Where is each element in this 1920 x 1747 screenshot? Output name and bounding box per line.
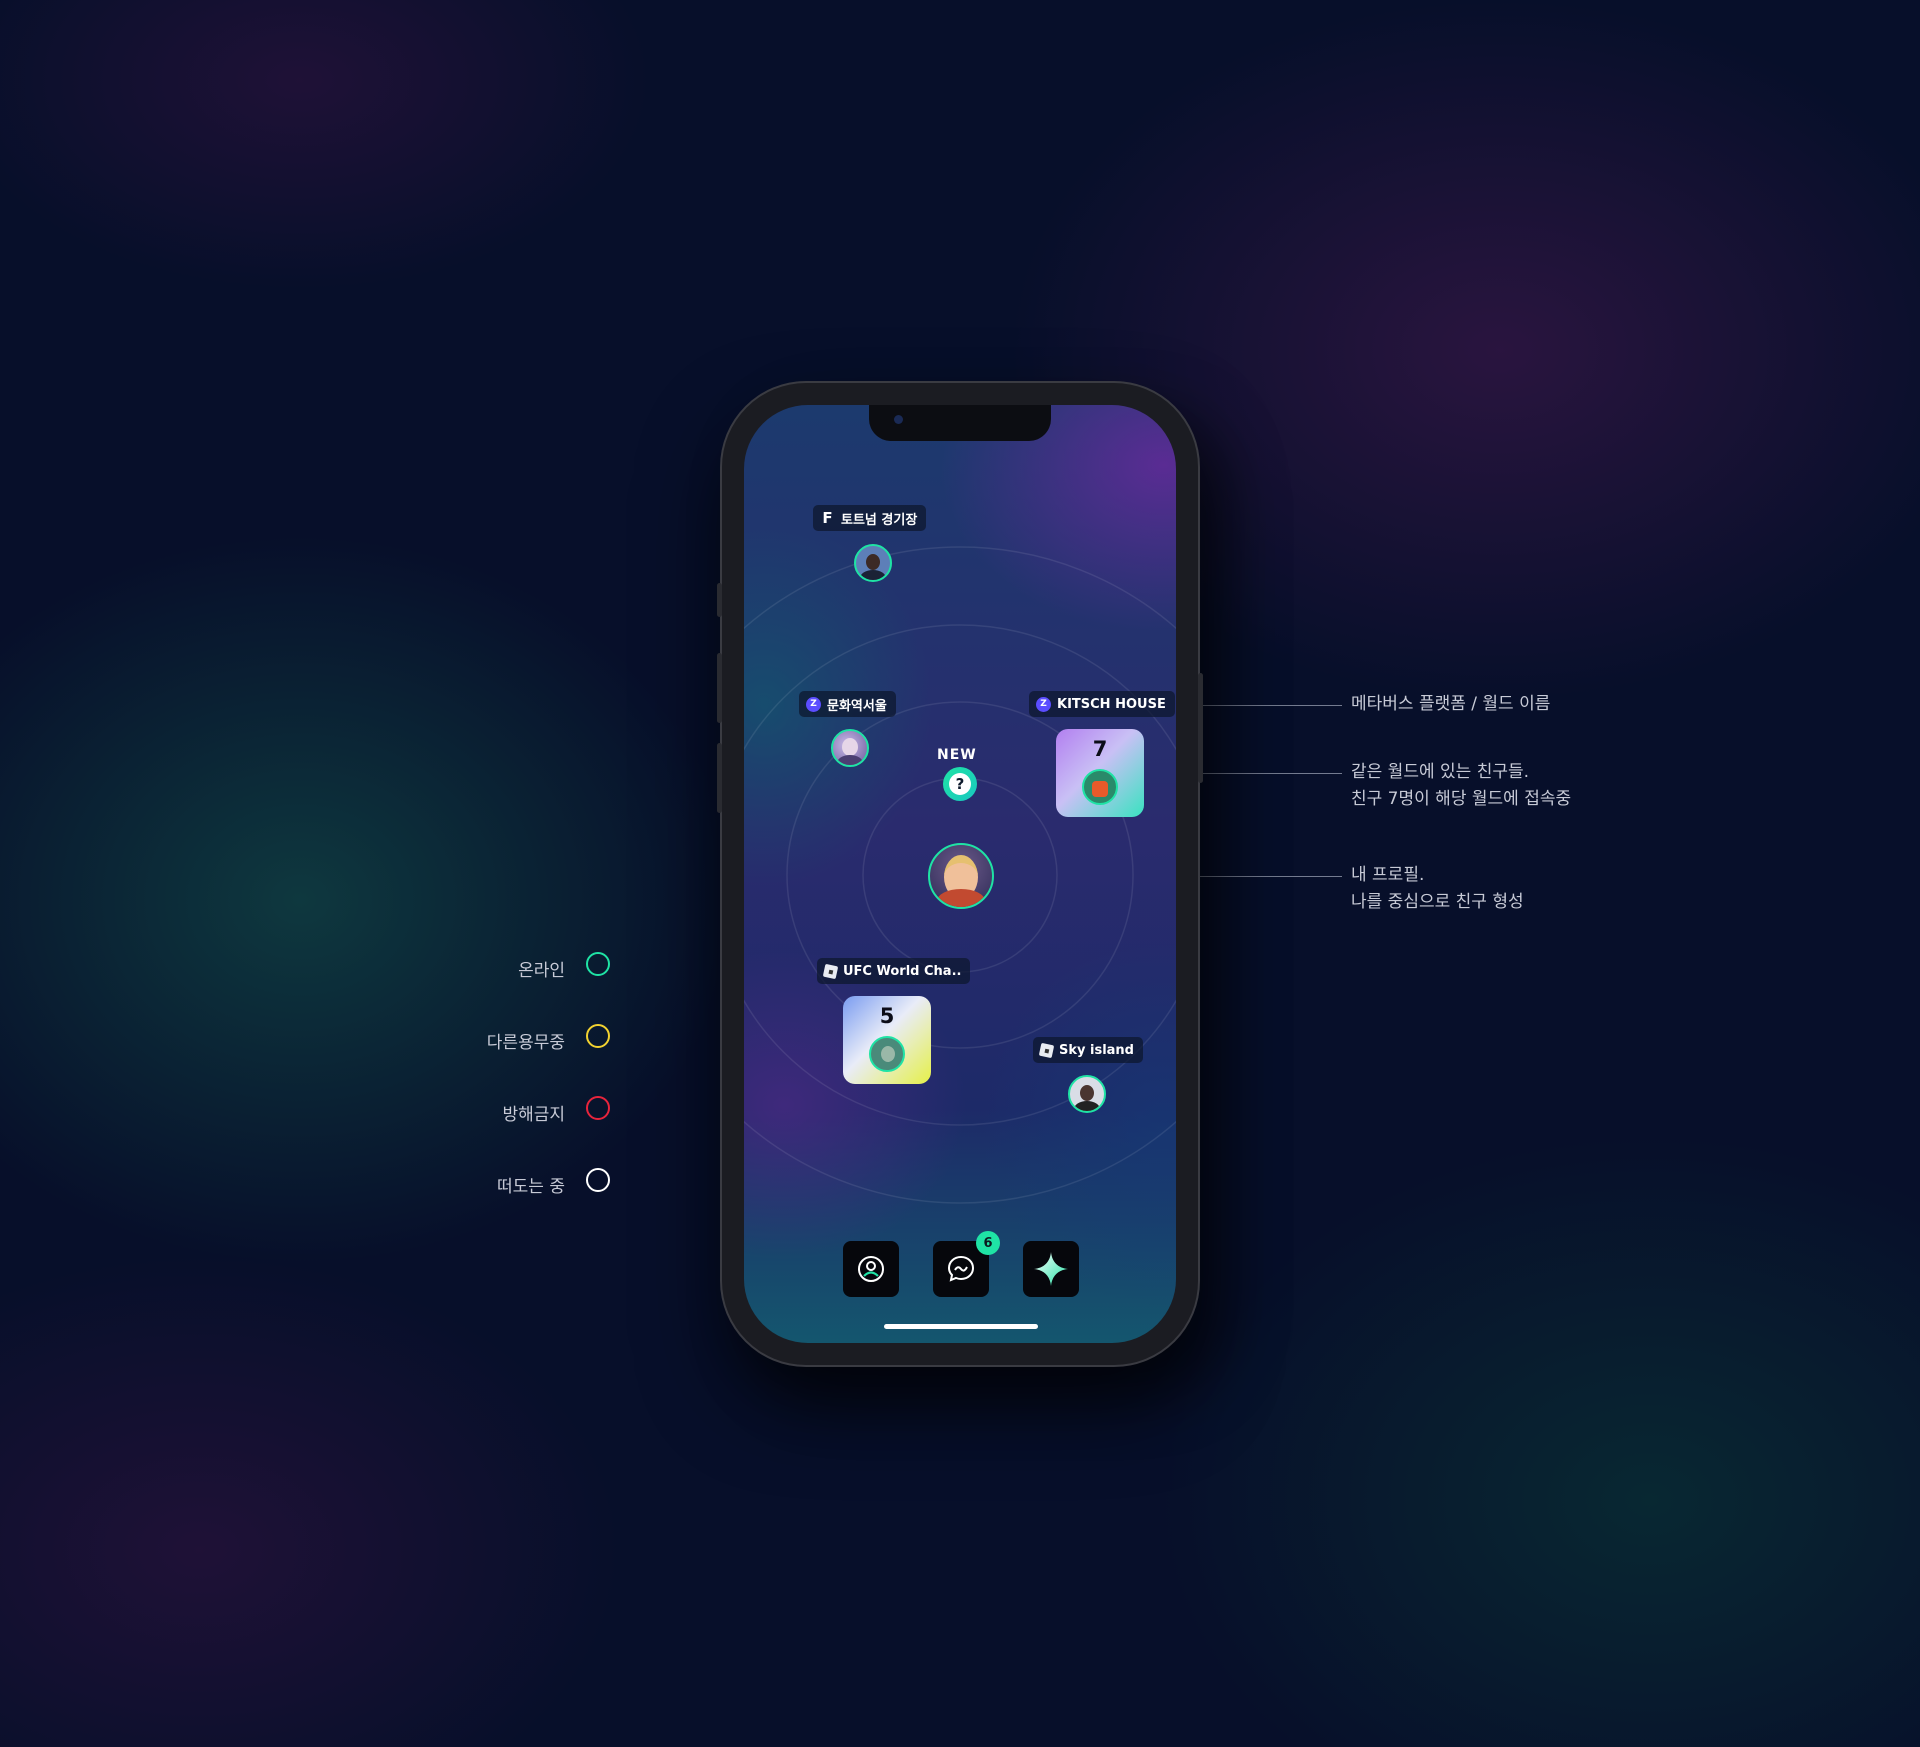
legend-label: 다른용무중	[486, 1033, 565, 1053]
friend-avatar[interactable]	[1068, 1075, 1106, 1113]
annotation-profile-2: 나를 중심으로 친구 형성	[1351, 892, 1524, 912]
world-tag-sky-island[interactable]: Sky island	[1033, 1037, 1143, 1063]
world-tag-munhwa[interactable]: Z 문화역서울	[799, 691, 896, 717]
phone-screen: F 토트넘 경기장 Z 문화역서울 Z KITSCH HOUSE 7 NEW ?…	[744, 405, 1176, 1343]
world-name: 문화역서울	[827, 698, 887, 714]
world-tag-ufc[interactable]: UFC World Cha..	[817, 958, 971, 984]
volume-up-button	[717, 653, 722, 723]
legend-wandering: 떠도는 중	[440, 1166, 610, 1198]
friend-group-card-ufc[interactable]: 5	[843, 996, 931, 1084]
phone-mockup: F 토트넘 경기장 Z 문화역서울 Z KITSCH HOUSE 7 NEW ?…	[717, 383, 1203, 1365]
my-profile-avatar[interactable]	[928, 843, 994, 909]
sparkle-button[interactable]	[1023, 1241, 1079, 1297]
world-name: UFC World Cha..	[843, 963, 962, 979]
world-name: KITSCH HOUSE	[1057, 696, 1166, 712]
friend-avatar[interactable]	[854, 544, 892, 582]
mute-switch	[717, 583, 722, 617]
question-icon: ?	[949, 773, 971, 795]
friend-count: 7	[1092, 737, 1108, 761]
profile-button[interactable]	[843, 1241, 899, 1297]
zepeto-icon: Z	[1036, 696, 1051, 712]
world-tag-tottenham[interactable]: F 토트넘 경기장	[813, 505, 927, 531]
wandering-ring-icon	[586, 1168, 610, 1192]
roblox-icon	[822, 963, 839, 979]
zepeto-icon: Z	[806, 696, 821, 712]
world-name: Sky island	[1059, 1042, 1134, 1058]
sparkle-icon	[1034, 1252, 1068, 1286]
fortnite-icon: F	[822, 509, 833, 527]
legend-online: 온라인	[440, 950, 610, 982]
online-ring-icon	[586, 952, 610, 976]
profile-icon	[858, 1256, 884, 1282]
roblox-icon	[1038, 1042, 1055, 1058]
legend-label: 온라인	[518, 961, 565, 981]
friend-avatar[interactable]	[831, 729, 869, 767]
chat-icon	[947, 1255, 975, 1282]
annotation-world-name: 메타버스 플랫폼 / 월드 이름	[1351, 694, 1551, 714]
friend-group-card-kitsch[interactable]: 7	[1056, 729, 1144, 817]
busy-ring-icon	[586, 1024, 610, 1048]
home-indicator[interactable]	[884, 1324, 1038, 1329]
world-tag-kitsch-house[interactable]: Z KITSCH HOUSE	[1029, 691, 1175, 717]
dnd-ring-icon	[586, 1096, 610, 1120]
chat-badge: 6	[976, 1231, 1000, 1255]
volume-down-button	[717, 743, 722, 813]
friend-avatar	[869, 1036, 905, 1072]
annotation-friends-2: 친구 7명이 해당 월드에 접속중	[1351, 789, 1572, 809]
legend-dnd: 방해금지	[440, 1094, 610, 1126]
world-name: 토트넘 경기장	[841, 512, 918, 528]
new-label: NEW	[937, 747, 977, 763]
legend-busy: 다른용무중	[440, 1022, 610, 1054]
new-world-button[interactable]: ?	[943, 767, 977, 801]
notch	[869, 405, 1051, 441]
friend-avatar	[1082, 769, 1118, 805]
annotation-profile-1: 내 프로필.	[1351, 865, 1425, 885]
power-button	[1198, 673, 1203, 783]
annotation-friends-1: 같은 월드에 있는 친구들.	[1351, 762, 1530, 782]
friend-count: 5	[879, 1004, 895, 1028]
legend-label: 떠도는 중	[497, 1177, 565, 1197]
legend-label: 방해금지	[502, 1105, 565, 1125]
camera-icon	[894, 415, 903, 424]
